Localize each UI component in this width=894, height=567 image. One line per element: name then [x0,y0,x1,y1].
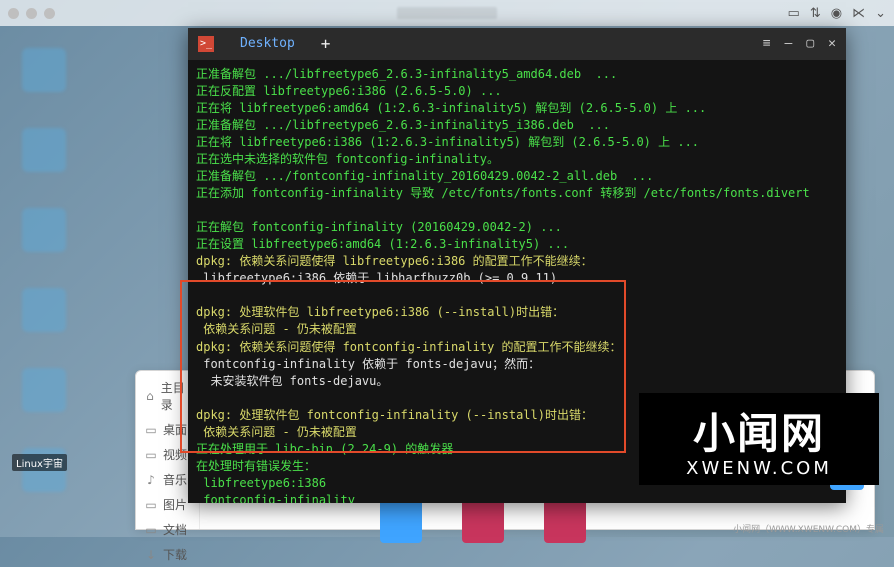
sidebar-item-label: 主目录 [161,379,191,413]
terminal-line: libfreetype6:i386 依赖于 libharfbuzz0b (>= … [196,270,838,287]
terminal-line: 正在设置 libfreetype6:amd64 (1:2.6.3-infinal… [196,236,838,253]
document-icon: ▭ [144,523,158,537]
sidebar-item-label: 音乐 [163,471,187,488]
terminal-new-tab[interactable]: + [321,33,331,56]
terminal-line: 正在将 libfreetype6:i386 (1:2.6.3-infinalit… [196,134,838,151]
tray-status-icon[interactable]: ◉ [831,6,842,21]
desktop-icon-label: Linux宇宙 [12,454,67,471]
terminal-line: 正在将 libfreetype6:amd64 (1:2.6.3-infinali… [196,100,838,117]
watermark-overlay: 小闻网 XWENW.COM [639,393,879,485]
desktop-icon[interactable] [22,208,66,252]
system-topbar: ▭ ⇅ ◉ ⋉ ⌄ [0,0,894,26]
sidebar-item-label: 下载 [163,546,187,563]
terminal-line: fontconfig-infinality [196,492,838,503]
terminal-line: 正准备解包 .../libfreetype6_2.6.3-infinality5… [196,66,838,83]
watermark-text: 小闻网 [693,400,825,461]
sidebar-item-label: 图片 [163,496,187,513]
terminal-app-icon: >_ [198,36,214,52]
minimize-icon[interactable]: — [785,35,793,53]
terminal-line: dpkg: 处理软件包 libfreetype6:i386 (--install… [196,304,838,321]
terminal-line: 正在添加 fontconfig-infinality 导致 /etc/fonts… [196,185,838,202]
desktop-icon[interactable] [22,288,66,332]
tray-dropdown-icon[interactable]: ⌄ [875,6,886,21]
topbar-title-blur [397,7,497,19]
maximize-icon[interactable]: ▢ [806,35,814,53]
traffic-close-icon[interactable] [8,8,19,19]
watermark-url: XWENW.COM [686,458,832,479]
terminal-line: dpkg: 依赖关系问题使得 fontconfig-infinality 的配置… [196,339,838,356]
close-icon[interactable]: ✕ [828,35,836,53]
terminal-line: 依赖关系问题 - 仍未被配置 [196,321,838,338]
terminal-line: 正在选中未选择的软件包 fontconfig-infinality。 [196,151,838,168]
terminal-line [196,287,838,304]
desktop-icon[interactable] [22,128,66,172]
sidebar-item-downloads[interactable]: ↓ 下载 [136,542,199,567]
terminal-window-controls: ≡ — ▢ ✕ [763,35,846,53]
desktop-icons [22,48,66,492]
footer-watermark: 小闻网（WWW.XWENW.COM）专属 [733,522,884,535]
terminal-tab[interactable]: Desktop [232,35,303,53]
picture-icon: ▭ [144,498,158,512]
sidebar-item-label: 桌面 [163,421,187,438]
desktop-icon[interactable] [22,368,66,412]
terminal-line: 正准备解包 .../libfreetype6_2.6.3-infinality5… [196,117,838,134]
terminal-line: 正准备解包 .../fontconfig-infinality_20160429… [196,168,838,185]
download-icon: ↓ [144,548,158,562]
tray-keyboard-icon[interactable]: ▭ [788,6,800,21]
terminal-line: fontconfig-infinality 依赖于 fonts-dejavu；然… [196,356,838,373]
sidebar-item-label: 视频 [163,446,187,463]
music-icon: ♪ [144,473,158,487]
home-icon: ⌂ [144,389,156,403]
tray-usb-icon[interactable]: ⇅ [810,6,821,21]
menu-icon[interactable]: ≡ [763,35,771,53]
folder-icon: ▭ [144,423,158,437]
terminal-line: 正在反配置 libfreetype6:i386 (2.6.5-5.0) ... [196,83,838,100]
terminal-line: 未安装软件包 fonts-dejavu。 [196,373,838,390]
terminal-line [196,202,838,219]
system-tray[interactable]: ▭ ⇅ ◉ ⋉ ⌄ [788,6,886,21]
traffic-min-icon[interactable] [26,8,37,19]
sidebar-item-documents[interactable]: ▭ 文档 [136,517,199,542]
terminal-line: dpkg: 依赖关系问题使得 libfreetype6:i386 的配置工作不能… [196,253,838,270]
window-traffic-lights[interactable] [8,8,55,19]
tray-indicator-icon[interactable]: ⋉ [852,6,865,21]
terminal-tabbar: >_ Desktop + ≡ — ▢ ✕ [188,28,846,60]
video-icon: ▭ [144,448,158,462]
desktop-icon[interactable] [22,48,66,92]
sidebar-item-label: 文档 [163,521,187,538]
terminal-line: 正在解包 fontconfig-infinality (20160429.004… [196,219,838,236]
traffic-max-icon[interactable] [44,8,55,19]
